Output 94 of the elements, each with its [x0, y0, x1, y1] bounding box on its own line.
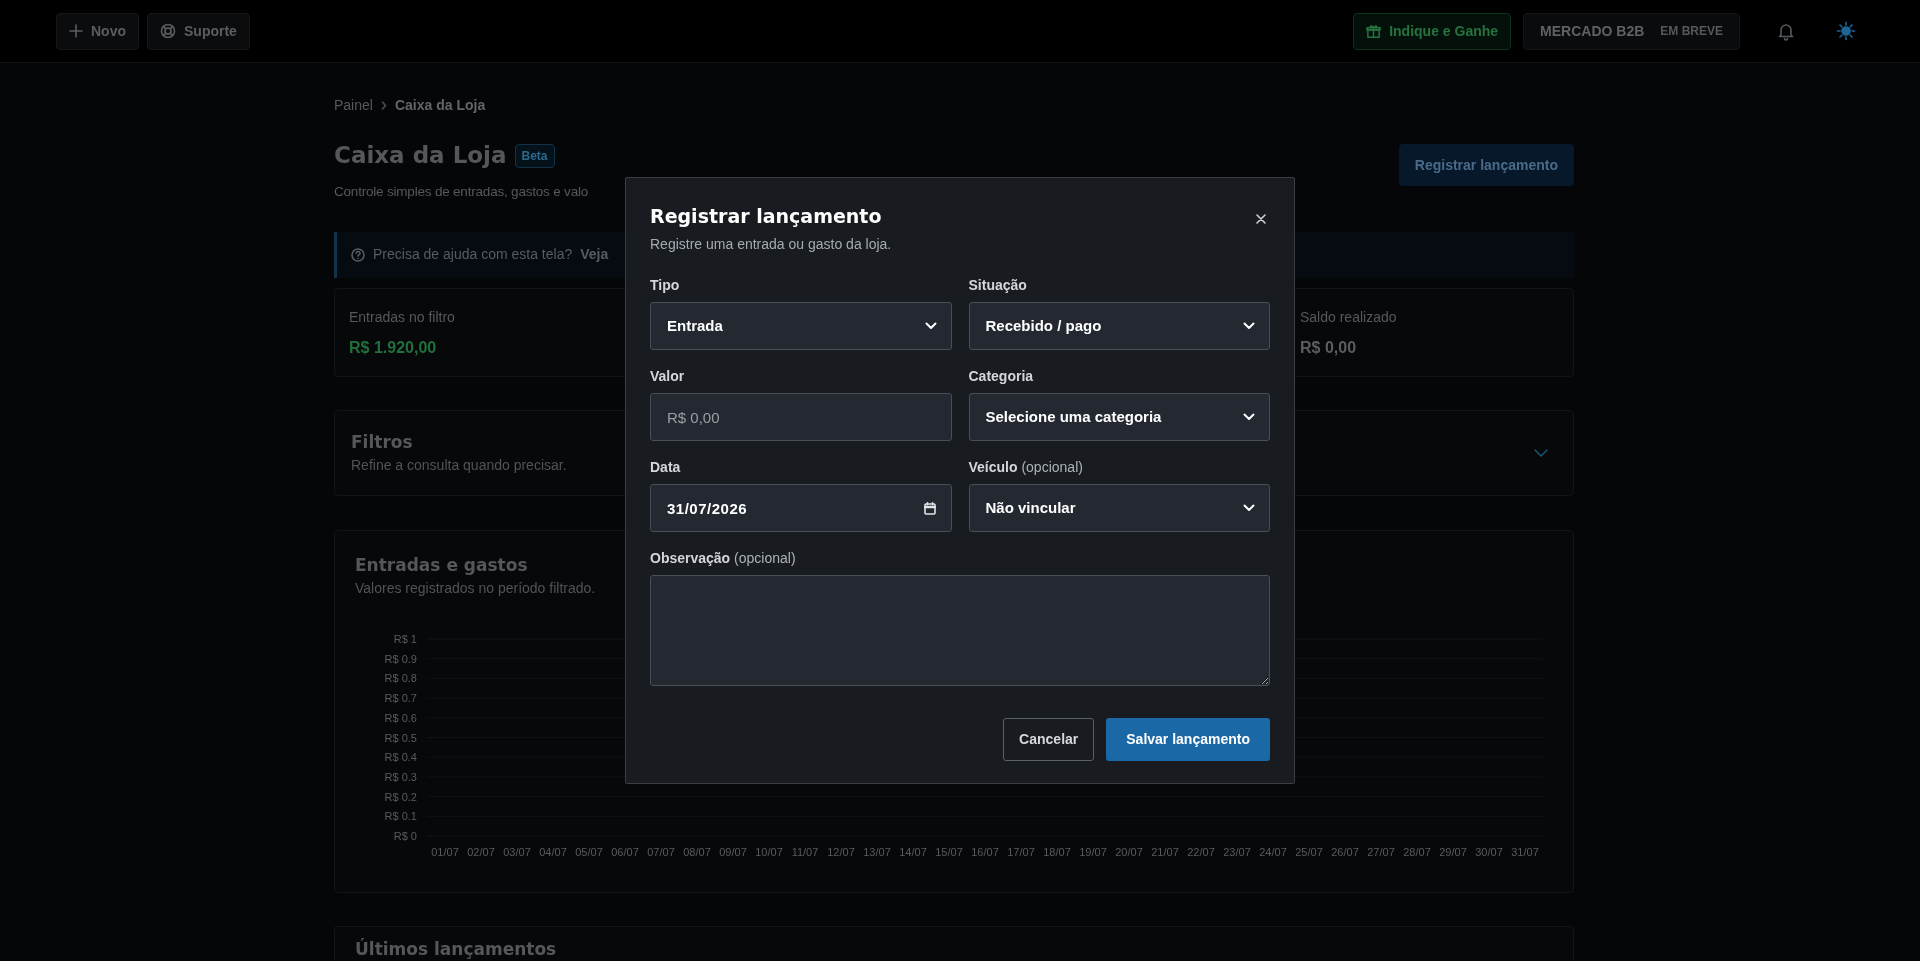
textarea-field[interactable] — [650, 575, 1270, 687]
x-axis-label: 24/07 — [1259, 846, 1287, 859]
calendar-icon[interactable] — [923, 502, 936, 516]
recent-entries-title: Últimos lançamentos — [355, 937, 557, 961]
chart-subtitle: Valores registrados no período filtrado. — [355, 579, 596, 599]
new-button[interactable]: Novo — [56, 12, 139, 50]
x-axis-label: 16/07 — [971, 846, 999, 859]
select-field[interactable]: Entrada — [650, 302, 952, 351]
summary-label: Saldo realizado — [1300, 307, 1398, 327]
y-axis-label: R$ 0.1 — [384, 810, 417, 823]
x-axis-label: 22/07 — [1187, 846, 1215, 859]
caret-icon — [1243, 413, 1255, 422]
marketplace-label: MERCADO B2B — [1540, 21, 1645, 41]
x-axis-label: 13/07 — [863, 846, 891, 859]
x-axis-label: 30/07 — [1475, 846, 1503, 859]
bell-icon — [1776, 21, 1796, 41]
x-axis-label: 15/07 — [935, 846, 963, 859]
x-axis-label: 07/07 — [647, 846, 675, 859]
filters-subtitle: Refine a consulta quando precisar. — [351, 456, 567, 476]
y-axis-label: R$ 0.3 — [384, 771, 417, 784]
x-axis-label: 01/07 — [431, 846, 459, 859]
x-axis-label: 17/07 — [1007, 846, 1035, 859]
lifebuoy-icon — [160, 23, 176, 39]
beta-badge: Beta — [514, 143, 555, 168]
y-axis-label: R$ 0.2 — [384, 790, 417, 803]
y-axis-label: R$ 0.5 — [384, 731, 417, 744]
x-axis-label: 08/07 — [683, 846, 711, 859]
select-field[interactable]: Recebido / pago — [968, 302, 1270, 351]
sun-icon — [1836, 21, 1856, 41]
y-axis-label: R$ 0.8 — [384, 672, 417, 685]
x-axis-label: 06/07 — [611, 846, 639, 859]
field-label: Valor — [650, 367, 685, 387]
x-axis-label: 14/07 — [899, 846, 927, 859]
y-axis-label: R$ 0 — [393, 830, 417, 843]
y-axis-label: R$ 0.6 — [384, 712, 417, 725]
save-button[interactable]: Salvar lançamento — [1106, 718, 1270, 762]
x-axis-label: 03/07 — [503, 846, 531, 859]
summary-value: R$ 1.920,00 — [349, 337, 438, 358]
y-axis-label: R$ 0.7 — [384, 692, 417, 705]
help-text: Precisa de ajuda com esta tela? — [373, 245, 573, 265]
plus-icon — [69, 24, 83, 38]
page-subtitle: Controle simples de entradas, gastos e valo — [334, 182, 589, 201]
field-label: Veículo (opcional) — [968, 458, 1083, 478]
field-label: Observação (opcional) — [650, 549, 796, 569]
caret-icon — [924, 322, 937, 331]
filters-title: Filtros — [351, 430, 413, 454]
breadcrumb-item: Caixa da Loja — [394, 96, 486, 115]
x-axis-label: 12/07 — [827, 846, 855, 859]
select-field[interactable]: Selecione uma categoria — [968, 393, 1270, 442]
referral-button[interactable]: Indique e Ganhe — [1353, 12, 1512, 50]
field-label: Categoria — [968, 367, 1034, 387]
select-field[interactable]: Não vincular — [968, 484, 1270, 533]
caret-icon — [1243, 504, 1255, 513]
summary-value: R$ 0,00 — [1300, 337, 1358, 358]
y-axis-label: R$ 1 — [393, 633, 417, 646]
input-field[interactable]: R$ 0,00 — [650, 393, 952, 442]
close-icon — [1256, 213, 1266, 224]
x-axis-label: 28/07 — [1403, 846, 1431, 859]
summary-label: Entradas no filtro — [349, 307, 456, 327]
date-field[interactable]: 31/07/2026 — [650, 484, 952, 533]
support-button[interactable]: Suporte — [147, 12, 250, 50]
x-axis-label: 31/07 — [1511, 846, 1539, 859]
gift-icon — [1366, 23, 1382, 39]
x-axis-label: 21/07 — [1151, 846, 1179, 859]
x-axis-label: 09/07 — [719, 846, 747, 859]
x-axis-label: 23/07 — [1223, 846, 1251, 859]
x-axis-label: 18/07 — [1043, 846, 1071, 859]
modal-title: Registrar lançamento — [650, 203, 883, 229]
x-axis-label: 04/07 — [539, 846, 567, 859]
field-label: Situação — [968, 276, 1027, 296]
x-axis-label: 10/07 — [755, 846, 783, 859]
marketplace-button[interactable]: MERCADO B2B EM BREVE — [1523, 12, 1740, 50]
caret-icon — [1243, 322, 1255, 331]
y-axis-label: R$ 0.4 — [384, 751, 417, 764]
x-axis-label: 29/07 — [1439, 846, 1467, 859]
x-axis-label: 05/07 — [575, 846, 603, 859]
y-axis-label: R$ 0.9 — [384, 653, 417, 666]
chart-title: Entradas e gastos — [355, 553, 528, 577]
x-axis-label: 02/07 — [467, 846, 495, 859]
field-label: Data — [650, 458, 681, 478]
field-label: Tipo — [650, 276, 680, 296]
x-axis-label: 19/07 — [1079, 846, 1107, 859]
chevron-right-icon — [380, 101, 387, 110]
x-axis-label: 11/07 — [791, 846, 819, 859]
help-circle-icon — [351, 247, 365, 262]
register-entry-button[interactable]: Registrar lançamento — [1398, 144, 1574, 186]
page-title: Caixa da Loja — [334, 142, 507, 170]
cancel-button[interactable]: Cancelar — [1003, 718, 1095, 762]
x-axis-label: 25/07 — [1295, 846, 1323, 859]
x-axis-label: 26/07 — [1331, 846, 1359, 859]
coming-soon-label: EM BREVE — [1660, 23, 1723, 40]
x-axis-label: 27/07 — [1367, 846, 1395, 859]
x-axis-label: 20/07 — [1115, 846, 1143, 859]
modal-subtitle: Registre uma entrada ou gasto da loja. — [650, 235, 892, 255]
